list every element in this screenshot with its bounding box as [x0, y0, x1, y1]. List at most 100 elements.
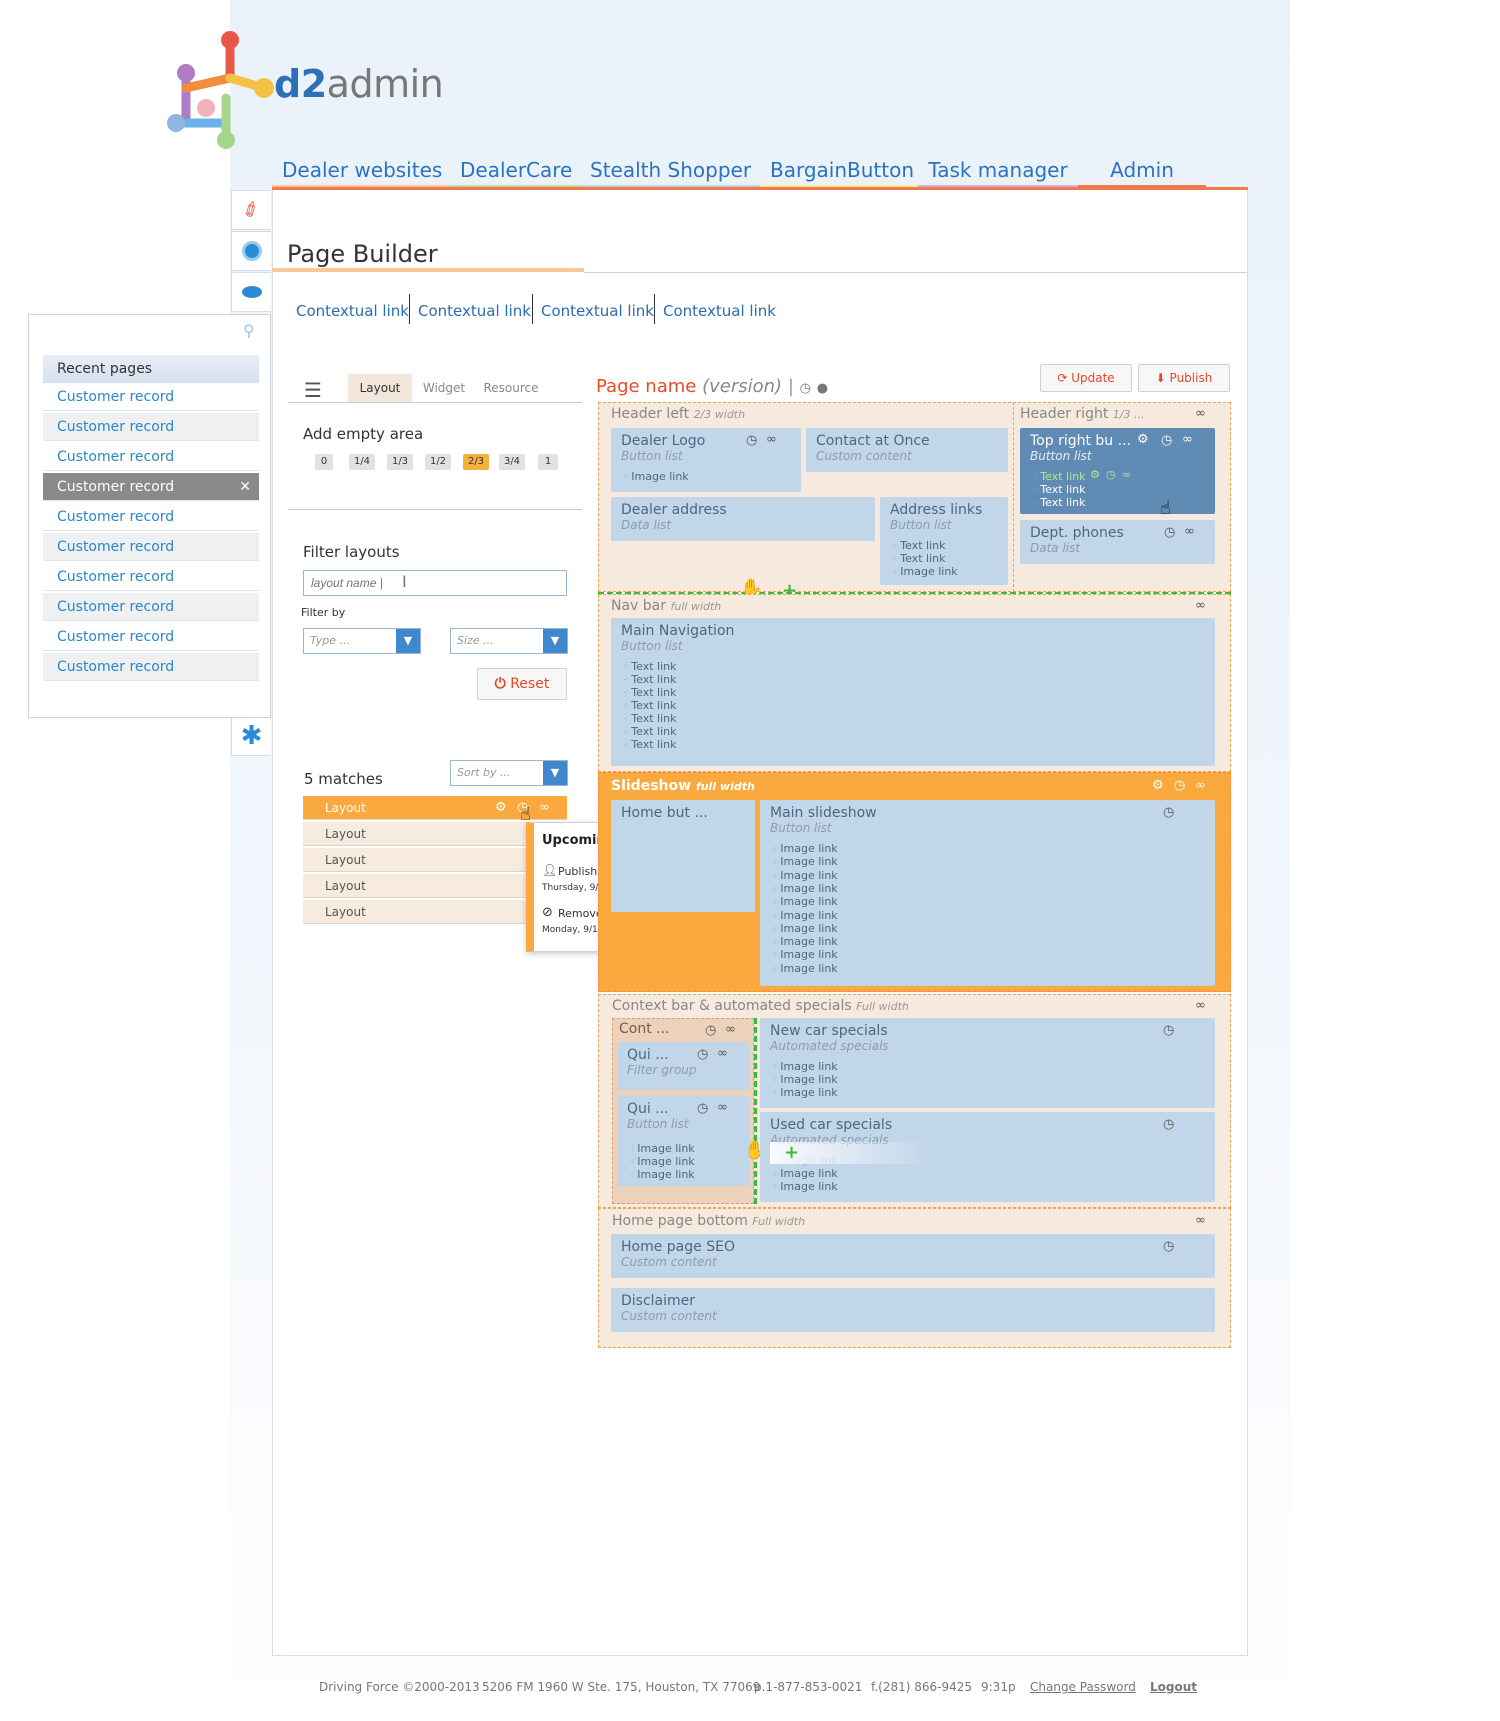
layout-name-input[interactable] — [303, 570, 567, 596]
clock-icon[interactable]: ◷ — [1161, 433, 1172, 448]
widget-main-navigation[interactable]: Main NavigationButton list Text linkText… — [611, 618, 1215, 766]
sort-dropdown[interactable]: Sort by ... ▼ — [450, 760, 568, 786]
contextual-link[interactable]: Contextual link — [663, 300, 776, 322]
d2admin-logo[interactable]: d2admin — [166, 28, 444, 153]
size-chip[interactable]: 1/2 — [425, 454, 451, 470]
clock-icon[interactable]: ◷ — [1163, 1117, 1174, 1132]
clock-icon[interactable]: ◷ — [705, 1023, 716, 1038]
widget-used-car-specials[interactable]: Used car specialsAutomated specials ◷ Im… — [760, 1112, 1215, 1202]
nav-item-1[interactable]: DealerCare — [450, 158, 580, 190]
link-icon[interactable]: ∞ — [1195, 778, 1206, 793]
nav-item-5[interactable]: Admin — [1078, 158, 1206, 190]
widget-home-button[interactable]: Home but ... — [611, 800, 755, 912]
type-dropdown[interactable]: Type ... ▼ — [303, 628, 421, 654]
size-chip[interactable]: 1/4 — [349, 454, 375, 470]
size-chip[interactable]: 0 — [315, 454, 333, 470]
widget-dealer-logo[interactable]: Dealer LogoButton list Image link ◷ ∞ — [611, 428, 801, 492]
size-chip[interactable]: 3/4 — [499, 454, 525, 470]
link-icon[interactable]: ∞ — [1182, 432, 1193, 447]
recent-page-item[interactable]: Customer record — [43, 413, 259, 441]
tab-widget[interactable]: Widget — [414, 374, 474, 402]
clock-icon[interactable]: ◷ — [800, 381, 811, 396]
sidetab-asterisk[interactable]: ✱ — [231, 716, 271, 756]
link-icon[interactable]: ∞ — [1122, 468, 1131, 481]
widget-main-slideshow[interactable]: Main slideshowButton list ◷ Image linkIm… — [760, 800, 1215, 986]
widget-top-right-buttons[interactable]: Top right bu ...Button list Text link Te… — [1020, 428, 1215, 514]
widget-link: Text link — [623, 673, 676, 686]
nav-item-0[interactable]: Dealer websites — [272, 158, 450, 190]
layout-row-label: Layout — [325, 801, 366, 815]
widget-dept-phones[interactable]: Dept. phones Data list ◷ ∞ — [1020, 520, 1215, 564]
recent-page-item[interactable]: Customer record — [43, 503, 259, 531]
link-icon[interactable]: ∞ — [1195, 1213, 1206, 1228]
clock-icon[interactable]: ◷ — [746, 433, 757, 448]
nav-item-2[interactable]: Stealth Shopper — [580, 158, 760, 190]
widget-qui-button-list[interactable]: Qui ...Button list ◷ ∞ Image link Image … — [617, 1096, 749, 1186]
logout-link[interactable]: Logout — [1150, 1680, 1197, 1694]
page-name[interactable]: Page name (version) | ◷ ● — [596, 376, 828, 397]
link-icon[interactable]: ∞ — [717, 1100, 728, 1115]
widget-qui-filter-group[interactable]: Qui ... Filter group ◷ ∞ — [617, 1042, 749, 1090]
link-icon[interactable]: ∞ — [717, 1046, 728, 1061]
gear-icon[interactable]: ⚙ — [1090, 468, 1100, 481]
recent-page-item[interactable]: Customer record — [43, 383, 259, 411]
hand-cursor-icon: ☝ — [1160, 498, 1171, 519]
clock-icon[interactable]: ◷ — [1163, 805, 1174, 820]
sidetab-chat[interactable] — [231, 272, 271, 312]
widget-address-links[interactable]: Address linksButton list Text link Text … — [880, 497, 1008, 585]
size-dropdown[interactable]: Size ... ▼ — [450, 628, 568, 654]
recent-page-item[interactable]: Customer record — [43, 623, 259, 651]
contextual-link[interactable]: Contextual link — [418, 300, 531, 322]
recent-page-item[interactable]: Customer record ✕ — [43, 473, 259, 501]
clock-icon[interactable]: ◷ — [1164, 525, 1175, 540]
clock-icon[interactable]: ◷ — [1163, 1239, 1174, 1254]
clock-icon[interactable]: ◷ — [697, 1101, 708, 1116]
change-password-link[interactable]: Change Password — [1030, 1680, 1136, 1694]
sidetab-globe[interactable] — [231, 231, 271, 271]
contextual-link[interactable]: Contextual link — [296, 300, 409, 322]
recent-page-item[interactable]: Customer record — [43, 563, 259, 591]
link-icon[interactable]: ∞ — [539, 796, 550, 820]
link-icon[interactable]: ∞ — [1195, 998, 1206, 1013]
publish-button[interactable]: ⬇ Publish — [1138, 364, 1230, 392]
recent-page-item[interactable]: Customer record — [43, 533, 259, 561]
link-icon[interactable]: ∞ — [1195, 598, 1206, 613]
gear-icon[interactable]: ⚙ — [1152, 778, 1164, 793]
clock-icon[interactable]: ◷ — [1174, 778, 1185, 793]
gear-icon[interactable]: ⚙ — [495, 796, 507, 820]
tab-layout[interactable]: Layout — [348, 374, 412, 402]
widget-contact-at-once[interactable]: Contact at Once Custom content — [806, 428, 1008, 472]
size-chip[interactable]: 1 — [538, 454, 558, 470]
search-icon[interactable]: ⚲ — [243, 321, 255, 340]
reset-button[interactable]: ⏻ Reset — [477, 668, 567, 700]
recent-page-item[interactable]: Customer record — [43, 593, 259, 621]
menu-lines-icon[interactable]: ☰ — [304, 378, 322, 402]
globe-small-icon[interactable]: ● — [817, 381, 828, 396]
clock-icon[interactable]: ◷ — [1106, 468, 1116, 481]
widget-dealer-address[interactable]: Dealer address Data list — [611, 497, 875, 541]
widget-home-page-seo[interactable]: Home page SEO Custom content ◷ — [611, 1234, 1215, 1278]
size-chip[interactable]: 1/3 — [387, 454, 413, 470]
link-icon[interactable]: ∞ — [766, 432, 777, 447]
layout-row-label: Layout — [325, 879, 366, 893]
nav-item-3[interactable]: BargainButton — [760, 158, 918, 190]
link-icon[interactable]: ∞ — [1195, 406, 1206, 421]
link-icon[interactable]: ∞ — [1184, 524, 1195, 539]
nav-item-4[interactable]: Task manager — [918, 158, 1078, 190]
gear-icon[interactable]: ⚙ — [1137, 432, 1149, 447]
widget-disclaimer[interactable]: Disclaimer Custom content — [611, 1288, 1215, 1332]
size-chip[interactable]: 2/3 — [463, 454, 489, 470]
link-icon[interactable]: ∞ — [725, 1022, 736, 1037]
widget-new-car-specials[interactable]: New car specialsAutomated specials ◷ Ima… — [760, 1018, 1215, 1108]
add-icon[interactable]: + — [784, 1142, 799, 1163]
clock-icon[interactable]: ◷ — [697, 1047, 708, 1062]
recent-page-item[interactable]: Customer record — [43, 653, 259, 681]
footer-copyright-link[interactable]: Driving Force ©2000-2013 — [319, 1680, 480, 1694]
clock-icon[interactable]: ◷ — [1163, 1023, 1174, 1038]
contextual-link[interactable]: Contextual link — [541, 300, 654, 322]
tab-resource[interactable]: Resource — [478, 374, 544, 402]
recent-page-item[interactable]: Customer record — [43, 443, 259, 471]
sidetab-brush[interactable]: ✐ — [231, 190, 271, 230]
close-icon[interactable]: ✕ — [239, 473, 251, 501]
update-button[interactable]: ⟳ Update — [1040, 364, 1132, 392]
